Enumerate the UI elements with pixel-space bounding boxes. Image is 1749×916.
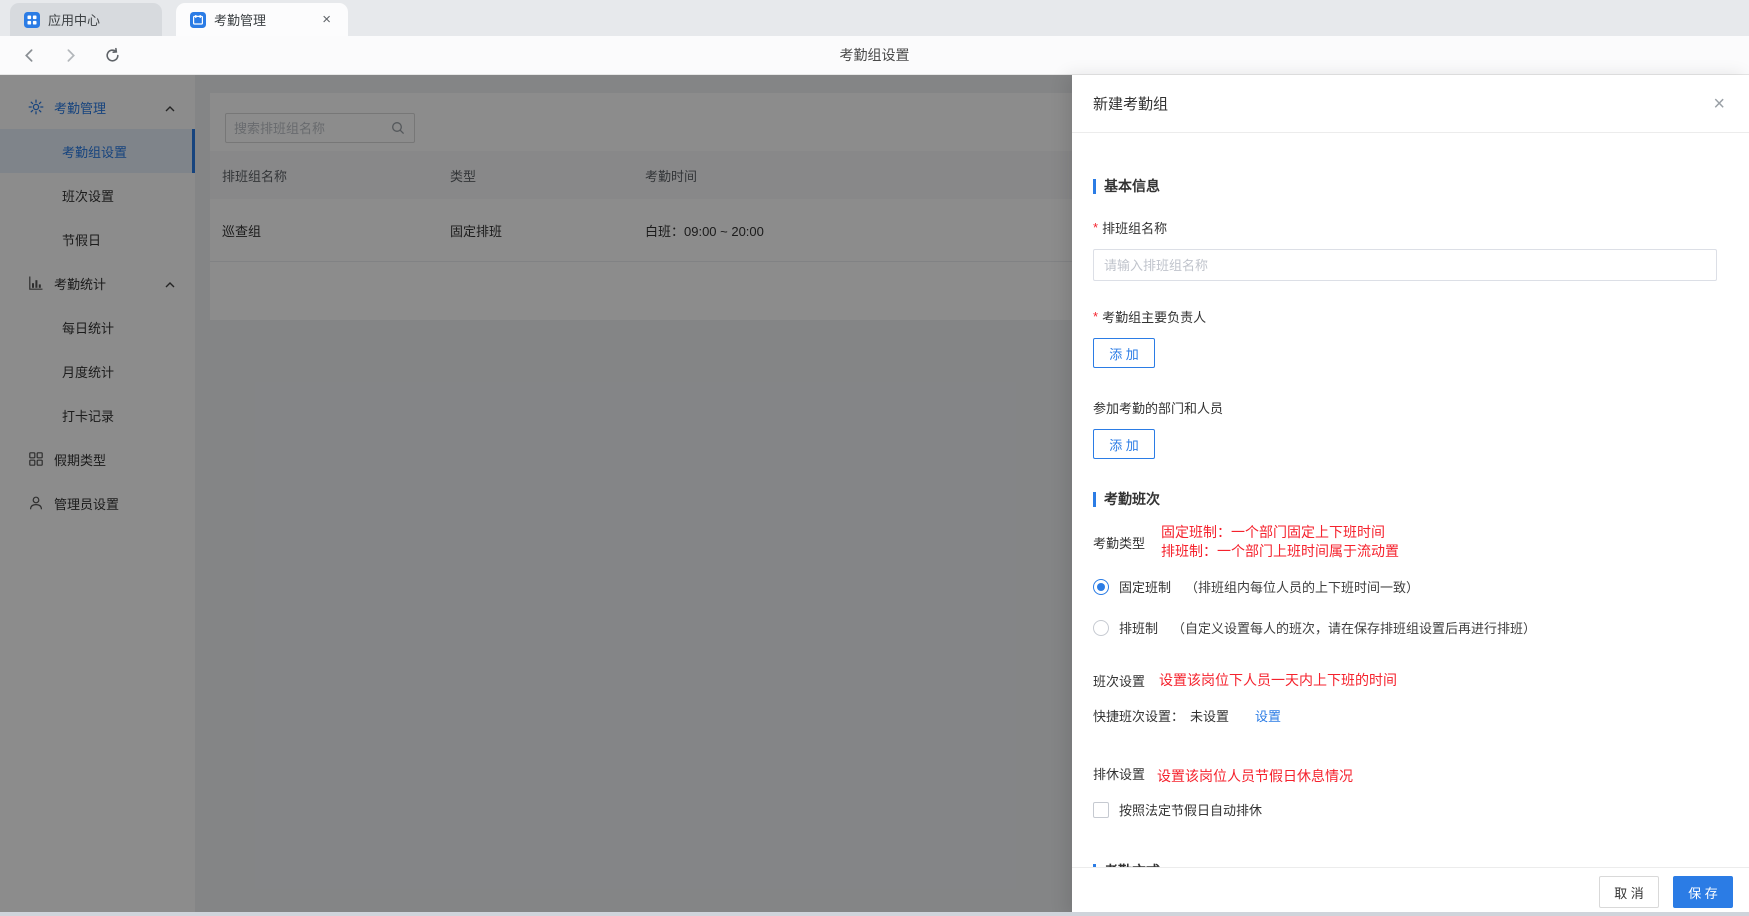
- quick-shift-set-link[interactable]: 设置: [1255, 706, 1281, 725]
- rest-setting-label: 排休设置: [1093, 767, 1146, 782]
- annotation-rest-setting: 设置该岗位人员节假日休息情况: [1157, 768, 1354, 784]
- browser-tab-bar: 应用中心 考勤管理 ×: [0, 0, 1749, 36]
- quick-shift-label: 快捷班次设置：: [1093, 709, 1185, 724]
- quick-shift-row: 快捷班次设置： 未设置 设置: [1093, 706, 1717, 725]
- refresh-icon[interactable]: [104, 47, 121, 64]
- rest-setting-row: 排休设置 设置该岗位人员节假日休息情况: [1093, 761, 1717, 786]
- legal-holiday-checkbox[interactable]: [1093, 801, 1109, 818]
- new-attendance-group-drawer: 新建考勤组 × 基本信息 * 排班组名称 * 考勤组主要负责人 添 加 参加考勤…: [1072, 75, 1749, 916]
- radio-row-scheduled-shift: 排班制 （自定义设置每人的班次，请在保存排班组设置后再进行排班）: [1093, 618, 1717, 637]
- drawer-header: 新建考勤组 ×: [1072, 75, 1749, 133]
- drawer-body: 基本信息 * 排班组名称 * 考勤组主要负责人 添 加 参加考勤的部门和人员 添…: [1072, 134, 1749, 867]
- group-name-label: * 排班组名称: [1093, 220, 1168, 236]
- radio-fixed-shift-desc: （排班组内每位人员的上下班时间一致）: [1185, 580, 1420, 595]
- close-icon[interactable]: ×: [1713, 94, 1725, 114]
- attendance-icon: [190, 11, 206, 28]
- legal-holiday-label: 按照法定节假日自动排休: [1119, 803, 1263, 818]
- radio-row-fixed-shift: 固定班制 （排班组内每位人员的上下班时间一致）: [1093, 577, 1717, 596]
- add-members-button[interactable]: 添 加: [1093, 429, 1155, 459]
- add-owner-button[interactable]: 添 加: [1093, 338, 1155, 368]
- drawer-footer: 取 消 保 存: [1072, 867, 1749, 916]
- tab-label: 应用中心: [48, 13, 101, 28]
- legal-holiday-row: 按照法定节假日自动排休: [1093, 800, 1717, 819]
- radio-fixed-shift-label: 固定班制: [1119, 580, 1172, 595]
- app-center-icon: [24, 11, 40, 28]
- annotation-shift-setting: 设置该岗位下人员一天内上下班的时间: [1159, 672, 1398, 688]
- shift-setting-row: 班次设置 设置该岗位下人员一天内上下班的时间: [1093, 671, 1717, 690]
- drawer-title: 新建考勤组: [1093, 96, 1169, 113]
- back-icon[interactable]: [22, 48, 37, 63]
- tab-app-center[interactable]: 应用中心: [10, 3, 162, 36]
- annotation-fixed-shift: 固定班制：一个部门固定上下班时间: [1161, 524, 1386, 540]
- save-button[interactable]: 保 存: [1673, 876, 1733, 908]
- members-label: 参加考勤的部门和人员: [1093, 401, 1224, 416]
- annotation-scheduled-shift: 排班制：一个部门上班时间属于流动置: [1161, 543, 1400, 559]
- required-mark: *: [1093, 309, 1099, 324]
- section-attendance-shift: 考勤班次: [1093, 489, 1717, 509]
- radio-scheduled-shift[interactable]: [1093, 619, 1109, 636]
- cancel-button[interactable]: 取 消: [1599, 876, 1659, 908]
- attendance-type-label: 考勤类型: [1093, 535, 1146, 551]
- tab-label: 考勤管理: [214, 13, 267, 28]
- page-title: 考勤组设置: [839, 47, 910, 63]
- tab-attendance[interactable]: 考勤管理 ×: [176, 3, 348, 36]
- radio-scheduled-shift-desc: （自定义设置每人的班次，请在保存排班组设置后再进行排班）: [1172, 621, 1537, 636]
- attendance-type-row: 考勤类型 固定班制：一个部门固定上下班时间 排班制：一个部门上班时间属于流动置: [1093, 523, 1717, 561]
- shift-setting-label: 班次设置: [1093, 674, 1146, 689]
- section-basic-info: 基本信息: [1093, 176, 1717, 196]
- forward-icon[interactable]: [63, 48, 78, 63]
- tab-close-icon[interactable]: ×: [319, 11, 334, 28]
- nav-bar: 考勤组设置: [0, 36, 1749, 75]
- radio-fixed-shift[interactable]: [1093, 578, 1109, 595]
- group-name-input[interactable]: [1093, 249, 1717, 281]
- modal-mask[interactable]: [0, 75, 1072, 916]
- quick-shift-value: 未设置: [1190, 709, 1230, 724]
- window-bottom-edge: [0, 912, 1749, 916]
- radio-scheduled-shift-label: 排班制: [1119, 621, 1159, 636]
- required-mark: *: [1093, 220, 1099, 235]
- owner-label: * 考勤组主要负责人: [1093, 309, 1207, 325]
